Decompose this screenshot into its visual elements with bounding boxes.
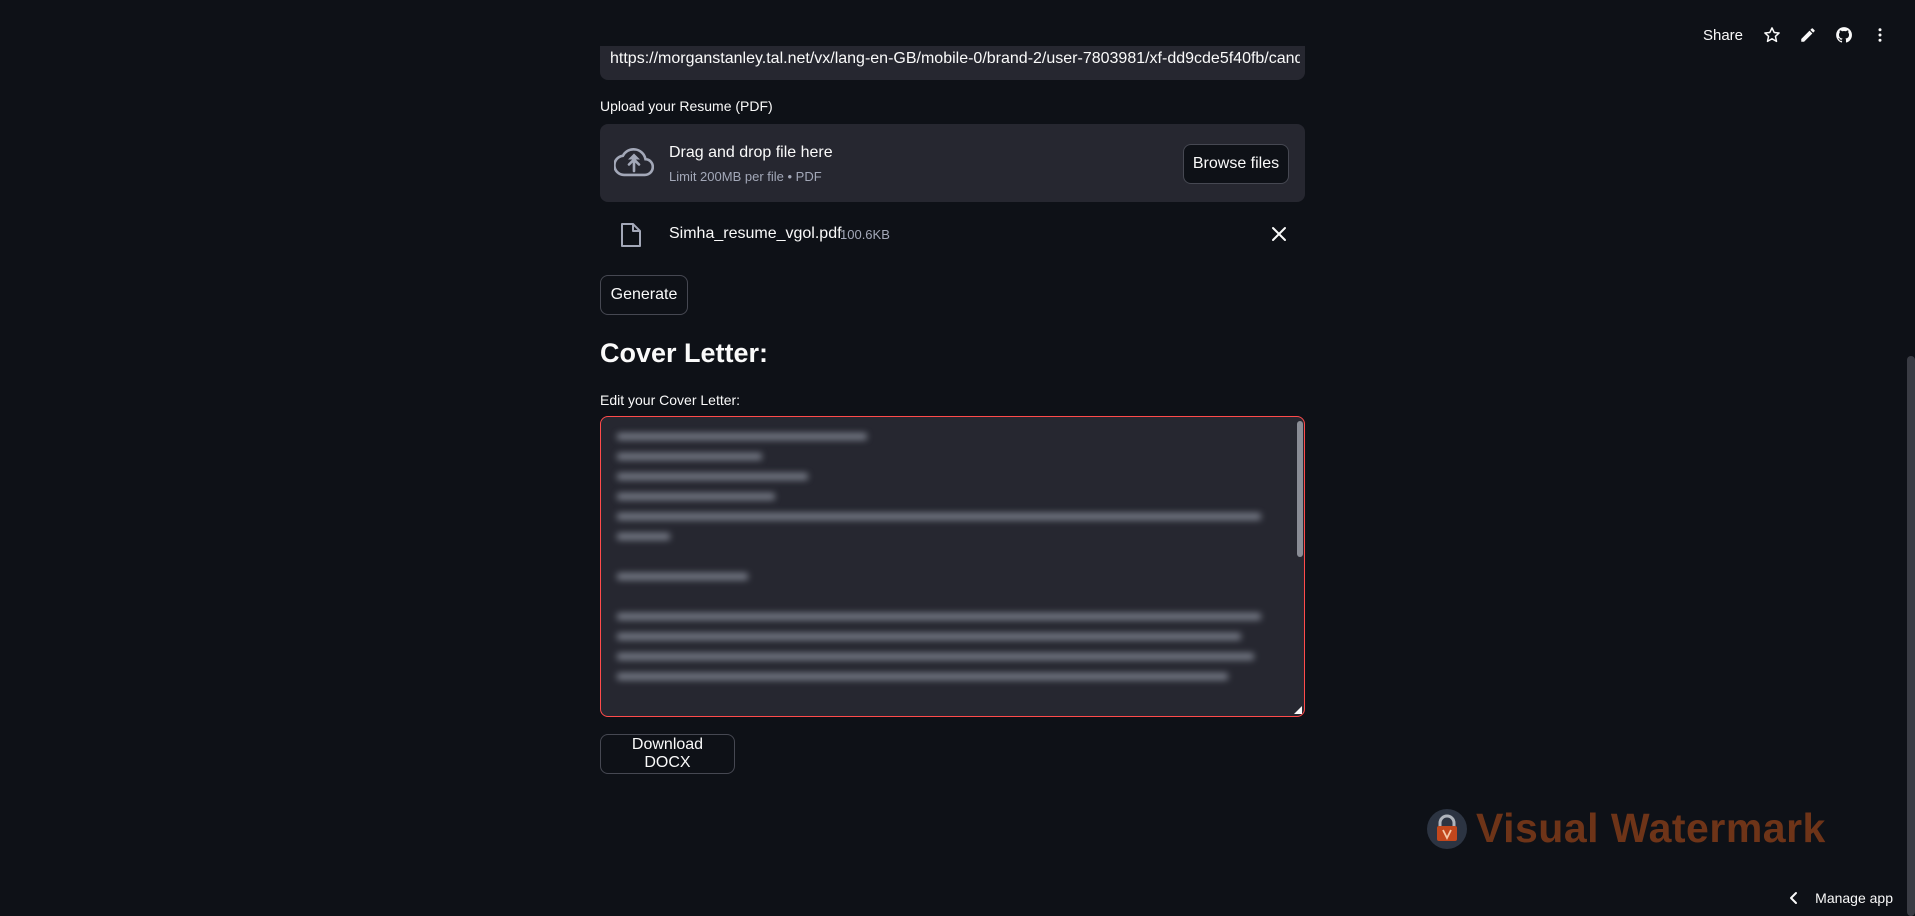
more-icon[interactable] [1865,20,1895,50]
close-icon[interactable] [1269,224,1289,244]
manage-app-button[interactable]: Manage app [1787,890,1893,906]
cover-letter-edit-label: Edit your Cover Letter: [600,392,741,408]
cover-letter-blurred-text [617,433,1274,716]
edit-icon[interactable] [1793,20,1823,50]
cloud-upload-icon [614,147,654,177]
job-url-input[interactable]: https://morganstanley.tal.net/vx/lang-en… [600,46,1305,80]
uploaded-file-row: Simha_resume_vgol.pdf 100.6KB [600,218,1305,250]
cover-letter-heading: Cover Letter: [600,338,769,368]
manage-app-label: Manage app [1815,890,1893,906]
uploaded-file-size: 100.6KB [840,227,890,242]
page-scrollbar[interactable] [1907,356,1915,916]
watermark-text: Visual Watermark [1476,805,1826,851]
cover-letter-textarea[interactable] [600,416,1305,717]
upload-label: Upload your Resume (PDF) [600,98,773,114]
github-icon[interactable] [1829,20,1859,50]
lock-icon [1427,808,1467,849]
browse-files-button[interactable]: Browse files [1183,144,1289,184]
file-dropzone[interactable]: Drag and drop file here Limit 200MB per … [600,124,1305,202]
star-icon[interactable] [1757,20,1787,50]
textarea-scrollbar[interactable] [1297,421,1303,557]
job-url-value: https://morganstanley.tal.net/vx/lang-en… [610,50,1300,67]
file-icon [621,223,641,247]
visual-watermark: Visual Watermark [1426,805,1826,852]
header-toolbar: Share [1695,20,1895,50]
dropzone-limit: Limit 200MB per file • PDF [669,169,822,184]
download-docx-button[interactable]: Download DOCX [600,734,735,774]
share-button[interactable]: Share [1695,21,1751,50]
chevron-left-icon [1790,892,1798,904]
uploaded-file-name: Simha_resume_vgol.pdf [669,225,842,242]
dropzone-title: Drag and drop file here [669,144,833,161]
app-page: Share https://morganstanley.tal.net/vx/l… [0,0,1915,916]
generate-button[interactable]: Generate [600,275,688,315]
resize-handle-icon[interactable] [1294,706,1302,714]
